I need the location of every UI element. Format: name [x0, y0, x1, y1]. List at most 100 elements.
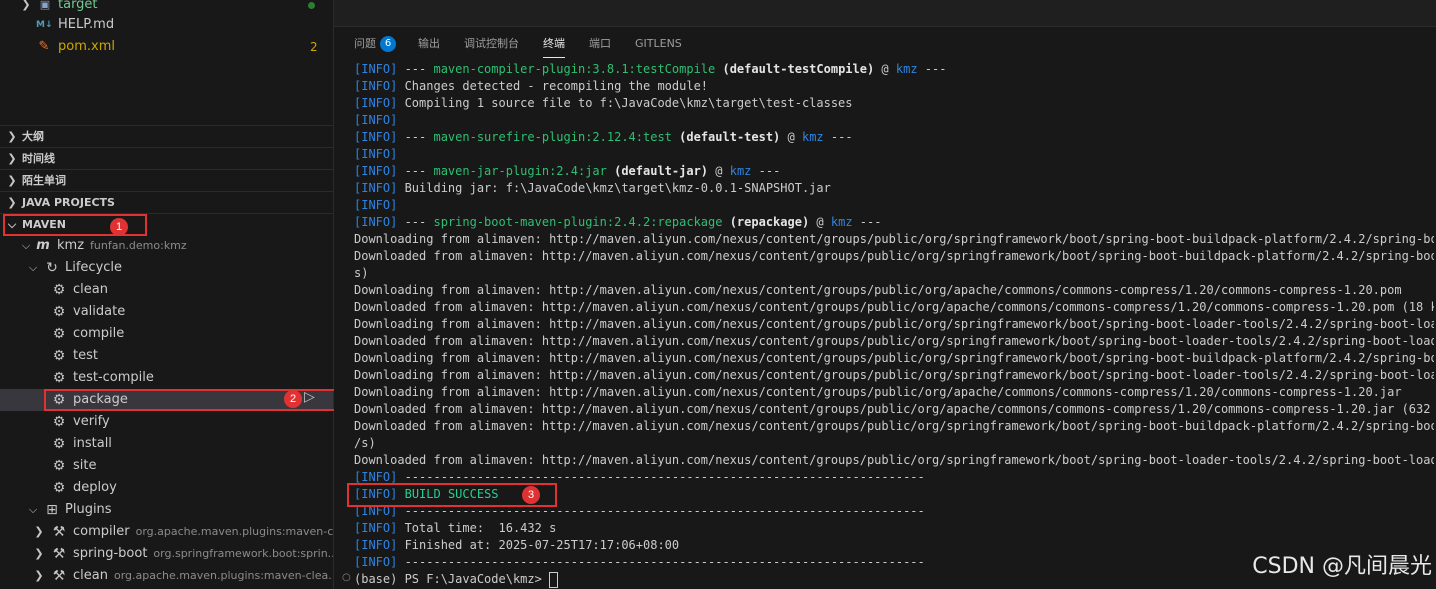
- terminal-text: Downloading from alimaven: http://maven.…: [354, 368, 1434, 382]
- plugin-label: spring-boot org.springframework.boot:spri…: [73, 543, 333, 565]
- terminal-text: ---: [852, 215, 882, 229]
- terminal-text: s): [354, 266, 369, 280]
- phase-install[interactable]: ⚙ install: [0, 433, 333, 455]
- terminal-line: Downloading from alimaven: http://maven.…: [354, 350, 1434, 367]
- terminal-text: [INFO]: [354, 215, 398, 229]
- phase-deploy[interactable]: ⚙ deploy: [0, 477, 333, 499]
- terminal-text: [INFO]: [354, 521, 398, 535]
- section-title: JAVA PROJECTS: [22, 196, 115, 209]
- phase-verify[interactable]: ⚙ verify: [0, 411, 333, 433]
- terminal-text: ---: [397, 164, 434, 178]
- phase-validate[interactable]: ⚙ validate: [0, 301, 333, 323]
- terminal-text: [INFO]: [354, 79, 398, 93]
- annotation-number: 3: [522, 486, 540, 504]
- terminal-text: Downloaded from alimaven: http://maven.a…: [354, 402, 1434, 416]
- terminal-cursor: [549, 571, 559, 588]
- phase-label: test-compile: [73, 370, 154, 385]
- chevron-down-icon: ⌵: [28, 503, 38, 516]
- chevron-down-icon: ⌵: [21, 239, 31, 252]
- terminal-text: ----------------------------------------…: [397, 555, 925, 569]
- terminal-line: Downloading from alimaven: http://maven.…: [354, 282, 1434, 299]
- terminal-text: kmz: [830, 215, 853, 229]
- lifecycle-label: Lifecycle: [65, 260, 123, 275]
- terminal-text: [INFO]: [354, 96, 398, 110]
- phase-clean[interactable]: ⚙ clean: [0, 279, 333, 301]
- terminal-text: ---: [823, 130, 853, 144]
- phase-label: validate: [73, 304, 126, 319]
- gear-icon: ⚙: [52, 480, 66, 496]
- section-timeline[interactable]: ❯ 时间线: [0, 147, 333, 169]
- terminal-output[interactable]: [INFO] --- maven-compiler-plugin:3.8.1:t…: [354, 61, 1434, 588]
- markdown-icon: M↓: [36, 20, 53, 30]
- phase-test[interactable]: ⚙ test: [0, 345, 333, 367]
- terminal-text: [INFO]: [354, 538, 398, 552]
- terminal-line: Downloaded from alimaven: http://maven.a…: [354, 401, 1434, 418]
- terminal-text: ---: [397, 62, 434, 76]
- phase-label: verify: [73, 414, 110, 429]
- terminal-text: (base) PS F:\JavaCode\kmz>: [354, 572, 550, 586]
- wrench-icon: ⚒: [52, 568, 66, 584]
- file-name: pom.xml: [58, 39, 115, 54]
- maven-project-kmz[interactable]: ⌵ m kmz funfan.demo:kmz: [0, 235, 333, 257]
- phase-label: test: [73, 348, 98, 363]
- wrench-icon: ⚒: [52, 546, 66, 562]
- terminal-text: ---: [751, 164, 781, 178]
- terminal-text: Downloaded from alimaven: http://maven.a…: [354, 419, 1434, 433]
- terminal-line: [INFO]: [354, 146, 1434, 163]
- phase-compile[interactable]: ⚙ compile: [0, 323, 333, 345]
- terminal-text: (default-testCompile): [722, 62, 875, 76]
- chevron-right-icon: ❯: [7, 174, 17, 187]
- terminal-line: [INFO] --- maven-jar-plugin:2.4:jar (def…: [354, 163, 1434, 180]
- terminal-text: (repackage): [729, 215, 810, 229]
- file-name: HELP.md: [58, 17, 115, 32]
- terminal-line: Downloaded from alimaven: http://maven.a…: [354, 248, 1434, 265]
- terminal-text: maven-surefire-plugin:2.12.4:test: [433, 130, 672, 144]
- terminal-text: Downloading from alimaven: http://maven.…: [354, 351, 1434, 365]
- terminal-text: kmz: [729, 164, 752, 178]
- tab-label: 输出: [418, 37, 440, 50]
- sidebar: ❯ ▣ target M↓ HELP.md ✎ pom.xml 2 ❯ 大纲 ❯…: [0, 0, 334, 589]
- tab-problems[interactable]: 问题 6: [354, 30, 396, 58]
- explorer-item-help-md[interactable]: M↓ HELP.md: [0, 14, 333, 36]
- run-icon[interactable]: ▷: [304, 389, 315, 405]
- lifecycle-node[interactable]: ⌵ ↻ Lifecycle: [0, 257, 333, 279]
- terminal-text: Finished at: 2025-07-25T17:17:06+08:00: [397, 538, 680, 552]
- wrench-icon: ⚒: [52, 524, 66, 540]
- section-outline[interactable]: ❯ 大纲: [0, 125, 333, 147]
- terminal-text: ---: [397, 130, 434, 144]
- terminal-text: Downloading from alimaven: http://maven.…: [354, 385, 1402, 399]
- terminal-line: [INFO] Total time: 16.432 s: [354, 520, 1434, 537]
- tab-gitlens[interactable]: GITLENS: [635, 30, 682, 58]
- phase-site[interactable]: ⚙ site: [0, 455, 333, 477]
- terminal-line: [INFO] Changes detected - recompiling th…: [354, 78, 1434, 95]
- terminal-text: ----------------------------------------…: [397, 470, 925, 484]
- section-java-projects[interactable]: ❯ JAVA PROJECTS: [0, 191, 333, 213]
- explorer-item-pom-xml[interactable]: ✎ pom.xml 2: [0, 36, 333, 58]
- phase-label: install: [73, 436, 112, 451]
- tab-debug-console[interactable]: 调试控制台: [464, 30, 519, 58]
- plugin-compiler[interactable]: ❯ ⚒ compiler org.apache.maven.plugins:maven…: [0, 521, 333, 543]
- terminal-text: [INFO]: [354, 62, 398, 76]
- plugin-desc: org.apache.maven.plugins:maven-clea...: [113, 569, 333, 582]
- section-unknown-words[interactable]: ❯ 陌生单词: [0, 169, 333, 191]
- section-title: 陌生单词: [22, 174, 66, 187]
- plugin-clean[interactable]: ❯ ⚒ clean org.apache.maven.plugins:maven-cl…: [0, 565, 333, 587]
- plugin-spring-boot[interactable]: ❯ ⚒ spring-boot org.springframework.boot:sp…: [0, 543, 333, 565]
- terminal-text: Downloaded from alimaven: http://maven.a…: [354, 300, 1434, 314]
- plugin-label: compiler org.apache.maven.plugins:maven-c…: [73, 521, 333, 543]
- tab-output[interactable]: 输出: [418, 30, 440, 58]
- phase-test-compile[interactable]: ⚙ test-compile: [0, 367, 333, 389]
- chevron-right-icon: ❯: [7, 196, 17, 209]
- chevron-down-icon: ⌵: [28, 261, 38, 274]
- plugins-node[interactable]: ⌵ ⊞ Plugins: [0, 499, 333, 521]
- terminal-text: [INFO]: [354, 470, 398, 484]
- chevron-right-icon: ❯: [34, 547, 44, 560]
- chevron-right-icon: ❯: [34, 569, 44, 582]
- tab-ports[interactable]: 端口: [589, 30, 611, 58]
- terminal-text: [INFO]: [354, 181, 398, 195]
- terminal-text: /s): [354, 436, 376, 450]
- terminal-line: [INFO] --- maven-surefire-plugin:2.12.4:…: [354, 129, 1434, 146]
- terminal-line: Downloading from alimaven: http://maven.…: [354, 384, 1434, 401]
- chevron-right-icon: ❯: [7, 152, 17, 165]
- tab-terminal[interactable]: 终端: [543, 30, 565, 58]
